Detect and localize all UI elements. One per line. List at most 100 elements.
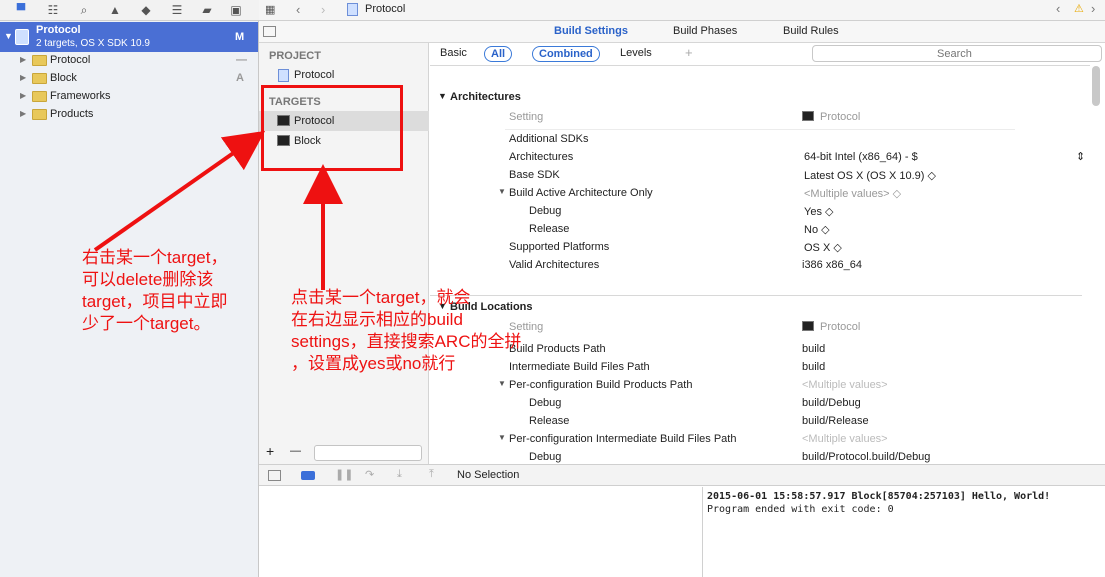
folder-icon bbox=[32, 91, 47, 102]
disclosure-open-icon[interactable]: ▼ bbox=[498, 187, 506, 196]
filter-field[interactable] bbox=[314, 445, 422, 461]
step-into-icon[interactable]: ⤓ bbox=[397, 468, 402, 481]
setting-row[interactable]: Base SDK Latest OS X (OS X 10.9) ◇ bbox=[430, 166, 1085, 184]
breakpoints-toggle-icon[interactable] bbox=[301, 471, 315, 480]
setting-value: build/Debug bbox=[802, 397, 861, 409]
setting-row[interactable]: Intermediate Build Files Path build bbox=[430, 358, 1085, 376]
disclosure-closed-icon[interactable]: ▶ bbox=[20, 55, 26, 64]
annotation-line: target，项目中立即 bbox=[82, 292, 228, 311]
project-root-row[interactable]: ▼ Protocol 2 targets, OS X SDK 10.9 M bbox=[0, 22, 258, 52]
step-over-icon[interactable]: ↷ bbox=[365, 468, 374, 481]
project-item[interactable]: Protocol bbox=[259, 65, 429, 85]
log-icon[interactable]: ▣ bbox=[229, 3, 243, 17]
hide-debug-area-icon[interactable] bbox=[268, 470, 281, 481]
section-architectures[interactable]: Architectures bbox=[450, 91, 521, 103]
terminal-icon bbox=[802, 321, 814, 331]
disclosure-open-icon[interactable]: ▼ bbox=[498, 433, 506, 442]
setting-value: build/Protocol.build/Debug bbox=[802, 451, 931, 463]
folder-icon bbox=[32, 109, 47, 120]
console-output[interactable]: 2015-06-01 15:58:57.917 Block[85704:2571… bbox=[702, 487, 1105, 577]
disclosure-closed-icon[interactable]: ▶ bbox=[20, 109, 26, 118]
setting-value: No ◇ bbox=[804, 224, 830, 236]
vertical-scrollbar[interactable] bbox=[1092, 66, 1100, 106]
source-control-badge: M bbox=[235, 31, 245, 43]
search-input[interactable] bbox=[812, 45, 1102, 62]
breadcrumb[interactable]: Protocol bbox=[365, 3, 405, 15]
setting-key: Additional SDKs bbox=[509, 133, 589, 145]
setting-key: Release bbox=[529, 223, 570, 235]
setting-row[interactable]: ▼ Build Active Architecture Only <Multiple… bbox=[430, 184, 1085, 202]
filter-combined[interactable]: Combined bbox=[532, 46, 600, 62]
navigator-toolbar: ▀ ☷ ⌕ ▲ ◆ ☰ ▰ ▣ bbox=[0, 0, 259, 21]
add-setting-button[interactable]: + bbox=[685, 45, 693, 60]
target-header: Protocol bbox=[820, 111, 861, 123]
search-icon[interactable]: ⌕ bbox=[77, 3, 91, 17]
setting-value: build bbox=[802, 343, 826, 355]
related-items-icon[interactable]: ▦ bbox=[265, 3, 275, 16]
setting-row[interactable]: Release build/Release bbox=[430, 412, 1085, 430]
tab-build-settings[interactable]: Build Settings bbox=[554, 25, 628, 37]
setting-value: build bbox=[802, 361, 826, 373]
warning-icon[interactable]: ⚠ bbox=[1074, 2, 1084, 15]
jump-bar: ▦ ‹ › Protocol ‹ ⚠ › bbox=[259, 0, 1105, 21]
toggle-targets-icon[interactable] bbox=[263, 26, 276, 37]
tree-item-block[interactable]: ▶ Block A bbox=[0, 70, 258, 88]
add-target-button[interactable]: + bbox=[266, 443, 274, 459]
stepper-icon[interactable]: ⇕ bbox=[1076, 150, 1085, 163]
disclosure-closed-icon[interactable]: ▶ bbox=[20, 73, 26, 82]
target-header: Protocol bbox=[820, 321, 861, 333]
tree-item-protocol[interactable]: ▶ Protocol — bbox=[0, 52, 258, 70]
divider bbox=[430, 65, 1090, 66]
annotation-line: 可以delete删除该 bbox=[82, 270, 214, 289]
setting-row[interactable]: Architectures 64-bit Intel (x86_64) - $ ⇕ bbox=[430, 148, 1085, 166]
back-arrow-icon[interactable]: ‹ bbox=[296, 2, 300, 17]
filter-levels[interactable]: Levels bbox=[620, 47, 652, 59]
setting-value: <Multiple values> bbox=[802, 433, 888, 445]
warning-icon[interactable]: ▲ bbox=[108, 3, 122, 17]
terminal-icon bbox=[802, 111, 814, 121]
setting-row[interactable]: Valid Architectures i386 x86_64 bbox=[430, 256, 1085, 274]
status-badge: — bbox=[236, 54, 247, 66]
setting-row[interactable]: Debug build/Debug bbox=[430, 394, 1085, 412]
setting-row[interactable]: Additional SDKs bbox=[430, 130, 1085, 148]
setting-value: Yes ◇ bbox=[804, 206, 834, 218]
variables-view bbox=[259, 487, 702, 577]
tree-item-frameworks[interactable]: ▶ Frameworks bbox=[0, 88, 258, 106]
setting-row[interactable]: Debug Yes ◇ bbox=[430, 202, 1085, 220]
hierarchy-icon[interactable]: ☷ bbox=[46, 3, 60, 17]
project-file-icon bbox=[278, 69, 289, 82]
prev-issue-icon[interactable]: ‹ bbox=[1056, 1, 1060, 16]
setting-key: Debug bbox=[529, 451, 562, 463]
setting-row[interactable]: Supported Platforms OS X ◇ bbox=[430, 238, 1085, 256]
debug-icon[interactable]: ☰ bbox=[170, 3, 184, 17]
disclosure-open-icon[interactable]: ▼ bbox=[4, 31, 13, 41]
breakpoint-icon[interactable]: ▰ bbox=[200, 3, 214, 17]
tab-build-rules[interactable]: Build Rules bbox=[783, 25, 839, 37]
remove-target-button[interactable]: — bbox=[290, 445, 301, 457]
tab-build-phases[interactable]: Build Phases bbox=[673, 25, 737, 37]
setting-value: Latest OS X (OS X 10.9) ◇ bbox=[804, 170, 936, 182]
project-item-label: Protocol bbox=[294, 69, 335, 81]
tree-item-products[interactable]: ▶ Products bbox=[0, 106, 258, 124]
setting-value: <Multiple values> ◇ bbox=[804, 188, 902, 200]
setting-row[interactable]: Release No ◇ bbox=[430, 220, 1085, 238]
project-icon bbox=[15, 29, 29, 45]
setting-row[interactable]: Build Products Path build bbox=[430, 340, 1085, 358]
setting-row[interactable]: ▼ Per-configuration Build Products Path <M… bbox=[430, 376, 1085, 394]
forward-arrow-icon[interactable]: › bbox=[321, 2, 325, 17]
disclosure-open-icon[interactable]: ▼ bbox=[498, 379, 506, 388]
test-icon[interactable]: ◆ bbox=[139, 3, 153, 17]
filter-all[interactable]: All bbox=[484, 46, 513, 62]
disclosure-closed-icon[interactable]: ▶ bbox=[20, 91, 26, 100]
folder-icon[interactable]: ▀ bbox=[14, 3, 28, 17]
setting-key: Per-configuration Intermediate Build Fil… bbox=[509, 433, 737, 445]
step-out-icon[interactable]: ⤒ bbox=[429, 468, 434, 481]
setting-key: Release bbox=[529, 415, 570, 427]
next-issue-icon[interactable]: › bbox=[1091, 1, 1095, 16]
disclosure-open-icon[interactable]: ▼ bbox=[438, 91, 447, 101]
setting-row[interactable]: ▼ Per-configuration Intermediate Build Fi… bbox=[430, 430, 1085, 448]
pause-icon[interactable]: ❚❚ bbox=[335, 468, 353, 481]
annotation-line: 右击某一个target， bbox=[82, 248, 228, 267]
filter-basic[interactable]: Basic bbox=[440, 47, 467, 59]
folder-icon bbox=[32, 73, 47, 84]
